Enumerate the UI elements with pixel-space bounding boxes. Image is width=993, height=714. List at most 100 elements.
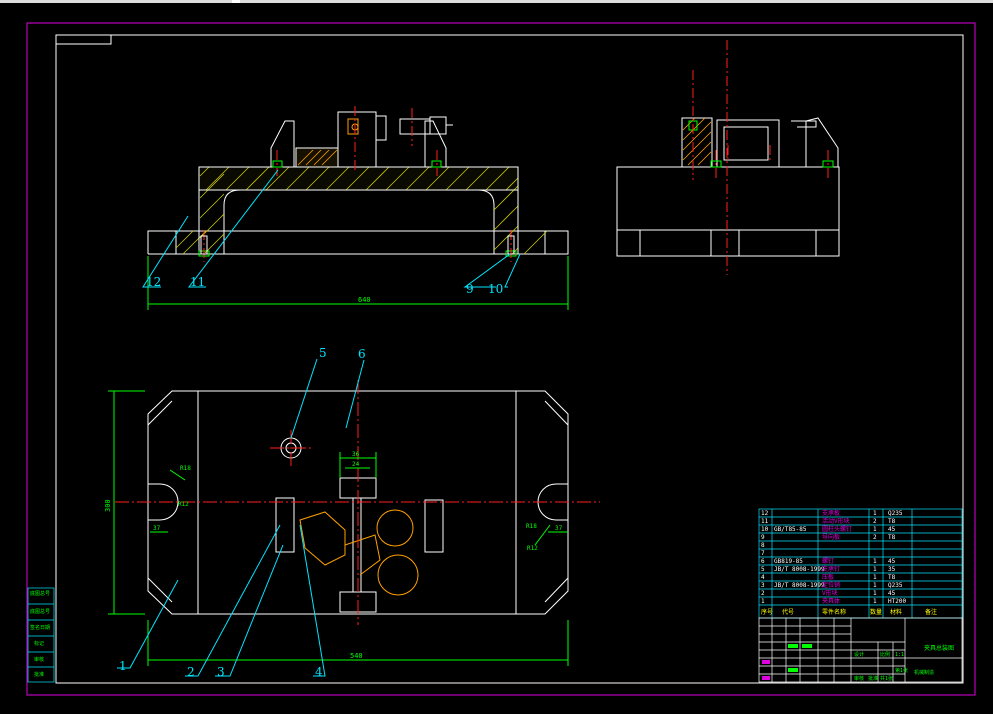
parts-row-name: 定位销 bbox=[822, 581, 840, 589]
center-width-dimension: 36 bbox=[352, 451, 360, 458]
parts-row-mat: 45 bbox=[888, 590, 896, 597]
parts-row-no: 3 bbox=[761, 582, 765, 589]
drawing-title: 夹具总装图 bbox=[924, 644, 954, 652]
parts-row-mat: Q235 bbox=[888, 582, 903, 589]
stamp-field-4: 标记 bbox=[34, 640, 44, 647]
parts-row-name: 圆柱头螺钉 bbox=[822, 525, 852, 533]
balloon-10: 10 bbox=[488, 282, 503, 296]
parts-row-mat: T8 bbox=[888, 574, 896, 581]
balloon-3: 3 bbox=[217, 665, 225, 679]
side-stamp-grid bbox=[27, 587, 55, 683]
parts-row-name: 螺钉 bbox=[822, 557, 834, 565]
right-radius-dimension: R18 bbox=[526, 523, 537, 530]
parts-row-mat: T8 bbox=[888, 534, 896, 541]
plan-view-leaders bbox=[117, 358, 365, 677]
parts-row-mat: HT200 bbox=[888, 598, 906, 605]
balloon-1: 1 bbox=[119, 659, 127, 673]
parts-row-no: 9 bbox=[761, 534, 765, 541]
parts-row-name: 支承钉 bbox=[822, 565, 840, 573]
balloon-2: 2 bbox=[187, 665, 195, 679]
front-view-fixtures bbox=[270, 111, 453, 168]
stamp-field-2: 底图总号 bbox=[30, 608, 50, 615]
balloon-4: 4 bbox=[315, 665, 323, 679]
parts-row-code: JB/T 8008-1999 bbox=[774, 566, 825, 573]
title-block-fills bbox=[762, 644, 812, 680]
left-angle-dimension: R12 bbox=[178, 501, 189, 508]
cad-drawing: 640 12 11 9 10 540 300 36 24 R18 R12 37 … bbox=[26, 22, 976, 696]
parts-row-no: 2 bbox=[761, 590, 765, 597]
sheet-label: 共1张 bbox=[880, 675, 893, 682]
parts-row-no: 12 bbox=[761, 510, 769, 517]
balloon-12: 12 bbox=[146, 275, 161, 289]
parts-row-qty: 1 bbox=[873, 510, 877, 517]
parts-row-name: 活动V形块 bbox=[822, 517, 850, 525]
parts-row-mat: Q235 bbox=[888, 510, 903, 517]
side-view bbox=[616, 117, 840, 257]
parts-row-no: 6 bbox=[761, 558, 765, 565]
parts-row-no: 5 bbox=[761, 566, 765, 573]
parts-row-name: 导向板 bbox=[822, 533, 840, 541]
parts-row-code: JB/T 8008-1999 bbox=[774, 582, 825, 589]
parts-row-qty: 1 bbox=[873, 582, 877, 589]
parts-row-no: 7 bbox=[761, 550, 765, 557]
sheet-no: 第1张 bbox=[895, 667, 908, 674]
parts-row-mat: 45 bbox=[888, 526, 896, 533]
balloon-11: 11 bbox=[190, 275, 205, 289]
parts-row-no: 10 bbox=[761, 526, 769, 533]
header-note: 备注 bbox=[925, 608, 937, 616]
approve-label: 批准 bbox=[868, 675, 878, 682]
parts-row-name: 夹具体 bbox=[822, 597, 840, 605]
stamp-field-1: 底图总号 bbox=[30, 590, 50, 597]
design-label: 设计 bbox=[854, 651, 864, 658]
header-qty: 数量 bbox=[870, 608, 882, 616]
plan-view-mechanism bbox=[299, 509, 419, 596]
left-offset-dimension: 37 bbox=[153, 525, 161, 532]
plan-height-dimension: 300 bbox=[104, 499, 112, 512]
balloon-9: 9 bbox=[466, 282, 474, 296]
side-view-centerlines bbox=[692, 40, 829, 275]
center-inner-dimension: 24 bbox=[352, 461, 360, 468]
header-name: 零件名称 bbox=[822, 608, 846, 616]
parts-row-code: GB819-85 bbox=[774, 558, 803, 565]
parts-row-name: V形块 bbox=[822, 589, 838, 597]
scale-value: 1:1 bbox=[895, 652, 904, 658]
parts-row-no: 11 bbox=[761, 518, 769, 525]
front-view-pins bbox=[200, 235, 515, 255]
check-label: 审核 bbox=[854, 675, 864, 682]
header-no: 序号 bbox=[761, 608, 773, 616]
parts-row-qty: 2 bbox=[873, 534, 877, 541]
header-code: 代号 bbox=[782, 608, 794, 616]
parts-row-no: 1 bbox=[761, 598, 765, 605]
parts-row-qty: 2 bbox=[873, 518, 877, 525]
right-offset-dimension: 37 bbox=[555, 525, 563, 532]
parts-row-mat: 35 bbox=[888, 566, 896, 573]
stamp-field-6: 批准 bbox=[34, 671, 44, 678]
parts-row-no: 4 bbox=[761, 574, 765, 581]
header-mat: 材料 bbox=[890, 608, 902, 616]
right-angle-dimension: R12 bbox=[527, 545, 538, 552]
parts-row-qty: 1 bbox=[873, 574, 877, 581]
parts-row-qty: 1 bbox=[873, 566, 877, 573]
balloon-6: 6 bbox=[358, 347, 366, 361]
stamp-field-5: 审核 bbox=[34, 656, 44, 663]
parts-row-mat: T8 bbox=[888, 518, 896, 525]
plan-view-dimensions bbox=[108, 390, 569, 666]
parts-row-name: 支承板 bbox=[822, 509, 840, 517]
parts-row-name: 压板 bbox=[822, 573, 834, 581]
school-name: 机械制造 bbox=[914, 669, 934, 676]
plan-length-dimension: 540 bbox=[350, 652, 363, 660]
parts-row-qty: 1 bbox=[873, 598, 877, 605]
scale-label: 比例 bbox=[880, 651, 890, 658]
parts-row-mat: 45 bbox=[888, 558, 896, 565]
parts-row-qty: 1 bbox=[873, 526, 877, 533]
parts-row-no: 8 bbox=[761, 542, 765, 549]
front-view bbox=[147, 166, 569, 255]
parts-row-qty: 1 bbox=[873, 558, 877, 565]
parts-row-qty: 1 bbox=[873, 590, 877, 597]
left-radius-dimension: R18 bbox=[180, 465, 191, 472]
stamp-field-3: 签名日期 bbox=[30, 624, 50, 631]
front-length-dimension: 640 bbox=[358, 296, 371, 304]
parts-row-code: GB/T85-85 bbox=[774, 526, 807, 533]
frame-code-box bbox=[55, 34, 112, 45]
balloon-5: 5 bbox=[319, 346, 327, 360]
